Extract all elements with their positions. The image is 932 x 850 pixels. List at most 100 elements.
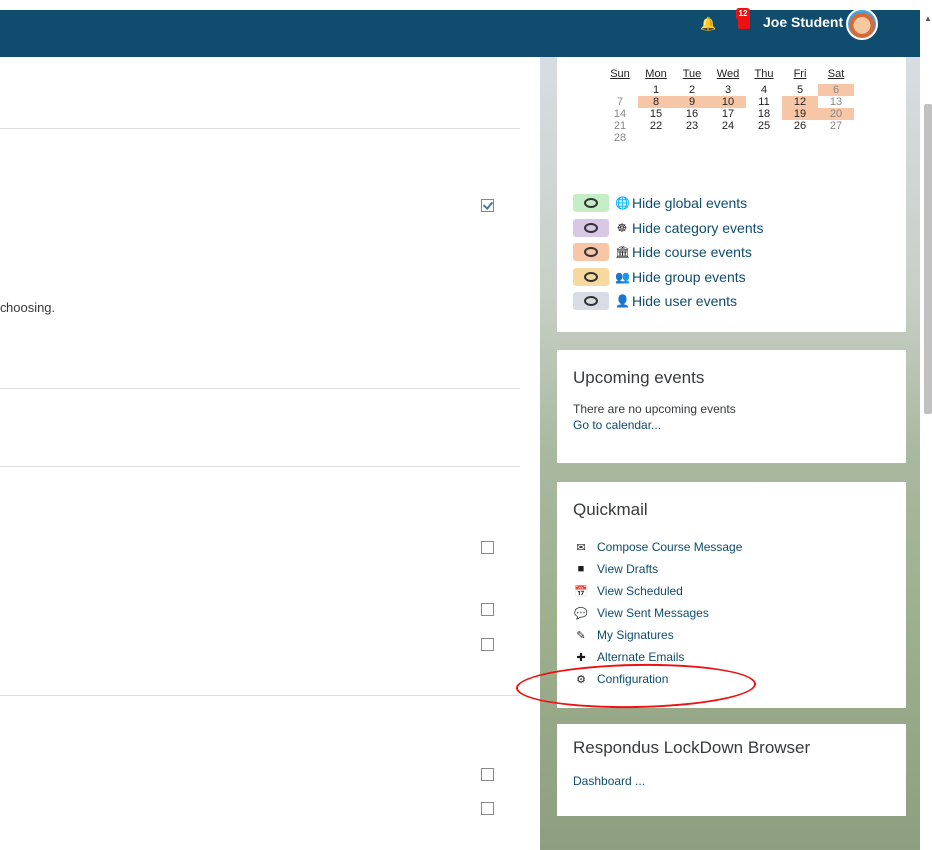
calendar-day bbox=[638, 132, 674, 144]
eye-icon bbox=[573, 194, 609, 212]
legend-label[interactable]: Hide user events bbox=[632, 293, 737, 309]
completion-checkbox-done[interactable] bbox=[481, 199, 494, 212]
calendar-day[interactable]: 4 bbox=[746, 84, 782, 96]
legend-toggle-2[interactable]: 🏛 Hide course events bbox=[573, 243, 752, 261]
calendar-day bbox=[746, 132, 782, 144]
quickmail-link[interactable]: My Signatures bbox=[597, 628, 674, 642]
calendar-day[interactable]: 7 bbox=[602, 96, 638, 108]
bell-icon[interactable]: 🔔 bbox=[700, 16, 716, 32]
calendar-week: 14 15 16 17 18 19 20 bbox=[602, 108, 854, 120]
quickmail-item[interactable]: 📅 View Scheduled bbox=[573, 580, 890, 602]
quickmail-link[interactable]: View Sent Messages bbox=[597, 606, 709, 620]
calendar-day[interactable]: 1 bbox=[638, 84, 674, 96]
calendar-day[interactable]: 28 bbox=[602, 132, 638, 144]
quickmail-item[interactable]: ■ View Drafts bbox=[573, 558, 890, 580]
completion-checkbox[interactable] bbox=[481, 768, 494, 781]
calendar-grid: Sun Mon Tue Wed Thu Fri Sat 1 2 3 4 5 6 7 8 9 10 11 12 13 1… bbox=[602, 68, 854, 144]
calendar-day[interactable]: 17 bbox=[710, 108, 746, 120]
block-title: Respondus LockDown Browser bbox=[573, 738, 811, 757]
legend-label[interactable]: Hide group events bbox=[632, 269, 746, 285]
message-count-badge: 12 bbox=[736, 8, 750, 20]
calendar-day-header: Sun bbox=[610, 68, 630, 80]
plus-icon: ✚ bbox=[576, 651, 586, 664]
calendar-day[interactable]: 22 bbox=[638, 120, 674, 132]
quickmail-link[interactable]: View Drafts bbox=[597, 562, 658, 576]
calendar-day-header: Fri bbox=[793, 68, 807, 80]
legend-label[interactable]: Hide course events bbox=[632, 244, 752, 260]
eye-icon bbox=[573, 292, 609, 310]
calendar-day[interactable]: 2 bbox=[674, 84, 710, 96]
go-to-calendar-link[interactable]: Go to calendar... bbox=[573, 418, 890, 432]
calendar-day-header: Wed bbox=[716, 68, 740, 80]
calendar-day[interactable]: 23 bbox=[674, 120, 710, 132]
scroll-up-icon[interactable]: ▲ bbox=[924, 14, 932, 23]
completion-checkbox[interactable] bbox=[481, 603, 494, 616]
calendar-check-icon: 📅 bbox=[574, 585, 588, 598]
calendar-day[interactable]: 27 bbox=[818, 120, 854, 132]
calendar-day-header: Mon bbox=[645, 68, 667, 80]
messages-icon[interactable]: 12 bbox=[736, 8, 754, 32]
calendar-day bbox=[782, 132, 818, 144]
calendar-day[interactable]: 20 bbox=[818, 108, 854, 120]
quickmail-link[interactable]: Compose Course Message bbox=[597, 540, 742, 554]
calendar-day[interactable]: 13 bbox=[818, 96, 854, 108]
calendar-day[interactable]: 19 bbox=[782, 108, 818, 120]
eye-icon bbox=[573, 219, 609, 237]
quickmail-link[interactable]: View Scheduled bbox=[597, 584, 683, 598]
quickmail-link[interactable]: Alternate Emails bbox=[597, 650, 684, 664]
completion-checkbox[interactable] bbox=[481, 802, 494, 815]
legend-toggle-0[interactable]: 🌐 Hide global events bbox=[573, 194, 747, 212]
eye-icon bbox=[573, 243, 609, 261]
no-events-text: There are no upcoming events bbox=[573, 402, 736, 416]
legend-label[interactable]: Hide category events bbox=[632, 220, 764, 236]
quickmail-item[interactable]: ✎ My Signatures bbox=[573, 624, 890, 646]
completion-checkbox[interactable] bbox=[481, 638, 494, 651]
calendar-day-header: Sat bbox=[827, 68, 845, 80]
calendar-day bbox=[602, 84, 638, 96]
calendar-day[interactable]: 9 bbox=[674, 96, 710, 108]
calendar-day bbox=[818, 132, 854, 144]
pencil-icon: ✎ bbox=[576, 629, 586, 642]
calendar-week: 28 bbox=[602, 132, 854, 144]
dashboard-link[interactable]: Dashboard ... bbox=[573, 774, 890, 788]
section-divider bbox=[0, 128, 520, 129]
calendar-day[interactable]: 8 bbox=[638, 96, 674, 108]
legend-toggle-1[interactable]: ☸ Hide category events bbox=[573, 219, 764, 237]
quickmail-item[interactable]: ✉ Compose Course Message bbox=[573, 536, 890, 558]
envelope-icon: ✉ bbox=[576, 541, 586, 554]
calendar-day[interactable]: 25 bbox=[746, 120, 782, 132]
eye-icon bbox=[573, 268, 609, 286]
university-icon: 🏛 bbox=[615, 245, 631, 259]
note-icon: ■ bbox=[577, 563, 585, 575]
calendar-week: 123456 bbox=[602, 84, 854, 96]
calendar-day-header: Tue bbox=[682, 68, 702, 80]
calendar-day-header: Thu bbox=[754, 68, 774, 80]
calendar-day[interactable]: 3 bbox=[710, 84, 746, 96]
scrollbar[interactable] bbox=[924, 104, 932, 414]
users-icon: 👥 bbox=[615, 270, 630, 284]
completion-checkbox[interactable] bbox=[481, 541, 494, 554]
calendar-day[interactable]: 6 bbox=[818, 84, 854, 96]
legend-toggle-4[interactable]: 👤 Hide user events bbox=[573, 292, 737, 310]
legend-toggle-3[interactable]: 👥 Hide group events bbox=[573, 268, 746, 286]
calendar-day[interactable]: 11 bbox=[746, 96, 782, 108]
calendar-day[interactable]: 26 bbox=[782, 120, 818, 132]
calendar-day[interactable]: 14 bbox=[602, 108, 638, 120]
user-name[interactable]: Joe Student bbox=[763, 14, 843, 30]
calendar-day[interactable]: 15 bbox=[638, 108, 674, 120]
calendar-day[interactable]: 21 bbox=[602, 120, 638, 132]
calendar-day[interactable]: 16 bbox=[674, 108, 710, 120]
calendar-day[interactable]: 18 bbox=[746, 108, 782, 120]
calendar-day bbox=[710, 132, 746, 144]
comment-icon: 💬 bbox=[574, 607, 588, 620]
avatar[interactable] bbox=[846, 8, 878, 40]
calendar-day[interactable]: 10 bbox=[710, 96, 746, 108]
respondus-block: Respondus LockDown Browser Dashboard ... bbox=[557, 724, 906, 816]
quickmail-item[interactable]: 💬 View Sent Messages bbox=[573, 602, 890, 624]
activity-description: choosing. bbox=[0, 300, 56, 315]
section-divider bbox=[0, 388, 520, 389]
calendar-day[interactable]: 12 bbox=[782, 96, 818, 108]
calendar-day[interactable]: 24 bbox=[710, 120, 746, 132]
calendar-day[interactable]: 5 bbox=[782, 84, 818, 96]
legend-label[interactable]: Hide global events bbox=[632, 195, 747, 211]
